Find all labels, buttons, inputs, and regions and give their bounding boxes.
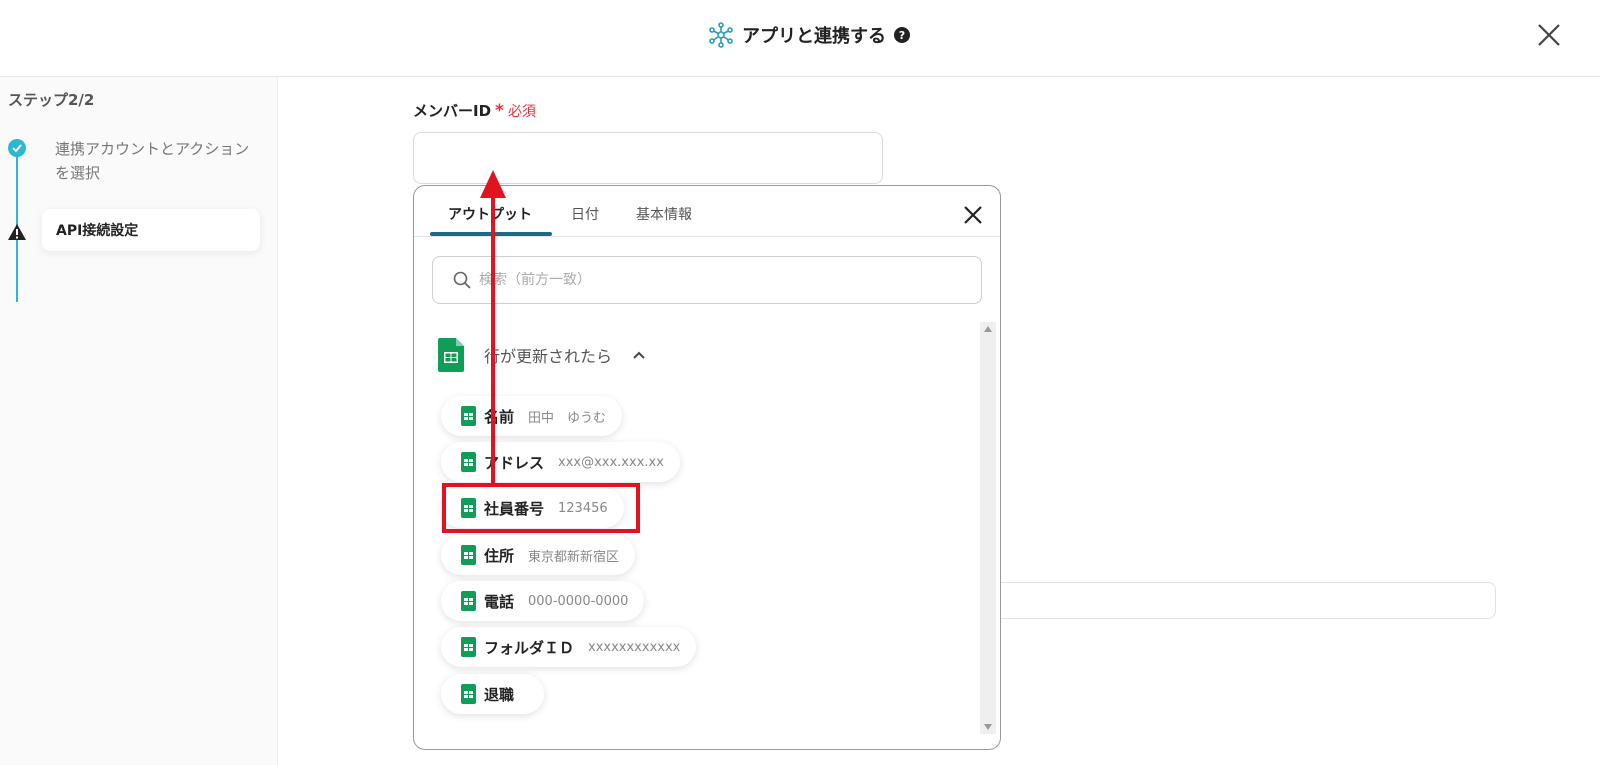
chip-value: 東京都新新宿区 (528, 549, 620, 565)
integration-icon (709, 22, 733, 48)
output-picker-popover: アウトプット 日付 基本情報 行が更新されたら (413, 185, 1001, 750)
modal-header: アプリと連携する ? (0, 0, 1600, 77)
trigger-group-header[interactable]: 行が更新されたら (438, 338, 646, 372)
background-input-field[interactable] (980, 582, 1496, 619)
step2-active-item[interactable]: API接続設定 (42, 209, 260, 251)
header-title-group: アプリと連携する ? (708, 20, 910, 50)
close-icon[interactable] (962, 204, 984, 226)
active-tab-indicator (430, 232, 552, 236)
chevron-up-icon[interactable] (632, 350, 646, 360)
member-id-input[interactable] (413, 132, 883, 184)
search-icon (453, 271, 471, 289)
chip-value: 000-0000-0000 (528, 593, 629, 609)
output-chip-folder-id[interactable]: フォルダＩＤ xxxxxxxxxxxx (441, 627, 697, 667)
step1-label[interactable]: 連携アカウントとアクションを選択 (55, 137, 255, 185)
chip-key: フォルダＩＤ (484, 638, 575, 657)
spreadsheet-icon (438, 338, 464, 372)
warning-icon (8, 224, 26, 240)
picker-tabs: アウトプット 日付 基本情報 (414, 186, 1000, 237)
chip-key: 退職 (484, 685, 515, 704)
spreadsheet-icon (461, 684, 476, 704)
search-field (432, 256, 982, 304)
tab-date[interactable]: 日付 (571, 204, 599, 224)
highlight-box (442, 483, 640, 533)
member-id-label: メンバーID * 必須 (413, 100, 536, 121)
output-chip-retired[interactable]: 退職 (441, 674, 545, 714)
spreadsheet-icon (461, 452, 476, 472)
required-text: 必須 (507, 104, 536, 120)
search-input[interactable] (479, 272, 959, 288)
chip-key: 住所 (484, 546, 515, 565)
tab-output[interactable]: アウトプット (448, 204, 532, 224)
check-icon (8, 139, 26, 157)
chip-value: xxxxxxxxxxxx (588, 639, 681, 655)
chip-value: xxx@xxx.xxx.xx (558, 454, 664, 470)
scrollbar[interactable] (980, 322, 996, 734)
field-label-text: メンバーID (413, 102, 492, 120)
spreadsheet-icon (461, 591, 476, 611)
required-star: * (495, 101, 504, 121)
page-title: アプリと連携する (742, 26, 886, 47)
scroll-down-arrow[interactable] (984, 724, 992, 730)
tab-basic-info[interactable]: 基本情報 (636, 204, 692, 224)
output-chip-address[interactable]: アドレス xxx@xxx.xxx.xx (441, 442, 680, 482)
output-chip-name[interactable]: 名前 田中 ゆうむ (441, 396, 623, 436)
chip-key: 名前 (484, 407, 515, 426)
close-modal-icon[interactable] (1534, 20, 1564, 50)
output-chip-phone[interactable]: 電話 000-0000-0000 (441, 581, 645, 621)
help-icon[interactable]: ? (894, 27, 910, 43)
chip-value: 田中 ゆうむ (528, 410, 607, 426)
spreadsheet-icon (461, 406, 476, 426)
chip-key: 電話 (484, 592, 515, 611)
scroll-up-arrow[interactable] (984, 326, 992, 332)
step-counter: ステップ2/2 (8, 91, 95, 109)
spreadsheet-icon (461, 545, 476, 565)
spreadsheet-icon (461, 637, 476, 657)
chip-key: アドレス (484, 453, 545, 472)
output-chip-address-jp[interactable]: 住所 東京都新新宿区 (441, 535, 636, 575)
step-sidebar: ステップ2/2 連携アカウントとアクションを選択 API接続設定 (0, 77, 278, 765)
group-title: 行が更新されたら (484, 347, 613, 366)
